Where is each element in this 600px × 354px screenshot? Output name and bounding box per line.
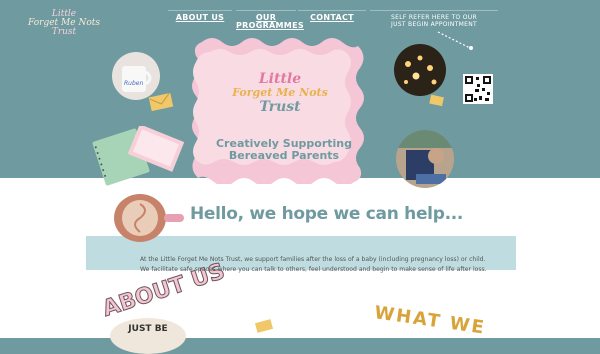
just-be-badge: JUST BE — [110, 318, 186, 354]
envelope-icon — [148, 92, 174, 112]
hello-heading: Hello, we hope we can help... — [190, 204, 464, 224]
tagline-line-2: Bereaved Parents — [228, 149, 340, 162]
nav-item-contact[interactable]: CONTACT — [298, 10, 366, 32]
self-refer-line1: SELF REFER HERE TO OUR — [391, 14, 477, 21]
brand-line-2: Forget Me Nots — [232, 86, 328, 99]
nav-item-programmes[interactable]: OUR PROGRAMMES — [236, 10, 304, 32]
brand-line-3: Trust — [259, 99, 301, 115]
envelope-icon — [429, 94, 444, 107]
brand-line-1: Little — [258, 71, 302, 87]
about-line-1: At the Little Forget Me Nots Trust, we s… — [140, 256, 486, 263]
about-text: At the Little Forget Me Nots Trust, we s… — [140, 255, 512, 275]
nav-link-contact[interactable]: CONTACT — [298, 10, 366, 22]
laptop-icon — [127, 126, 185, 172]
envelope-icon — [254, 319, 274, 333]
dotted-arrow-icon — [437, 31, 473, 50]
nav-link-programmes-line2: PROGRAMMES — [236, 21, 304, 30]
nav-link-about[interactable]: ABOUT US — [168, 10, 232, 22]
nav-link-self-refer[interactable]: SELF REFER HERE TO OUR JUST BEGIN APPOIN… — [370, 10, 498, 28]
hero-tagline: Creatively Supporting Bereaved Parents — [194, 138, 374, 162]
just-be-text: JUST BE — [128, 324, 168, 334]
hero-brand: Little Forget Me Nots Trust — [230, 72, 330, 114]
nav-link-programmes[interactable]: OUR PROGRAMMES — [236, 10, 304, 30]
logo-line: Trust — [51, 27, 77, 37]
reader-photo — [396, 130, 454, 188]
latte-photo — [114, 194, 166, 242]
self-refer-line2: JUST BEGIN APPOINTMENT — [391, 21, 477, 28]
mug-label: Ruben — [124, 80, 144, 87]
candles-photo — [394, 44, 446, 96]
nav-item-about[interactable]: ABOUT US — [168, 10, 232, 32]
qr-code-icon[interactable] — [463, 74, 493, 104]
cup-handle — [164, 214, 184, 222]
nav-item-self-refer[interactable]: SELF REFER HERE TO OUR JUST BEGIN APPOIN… — [370, 10, 498, 32]
about-line-2: We facilitate safe spaces where you can … — [140, 266, 487, 273]
site-logo[interactable]: Little Forget Me Nots Trust — [28, 10, 100, 37]
